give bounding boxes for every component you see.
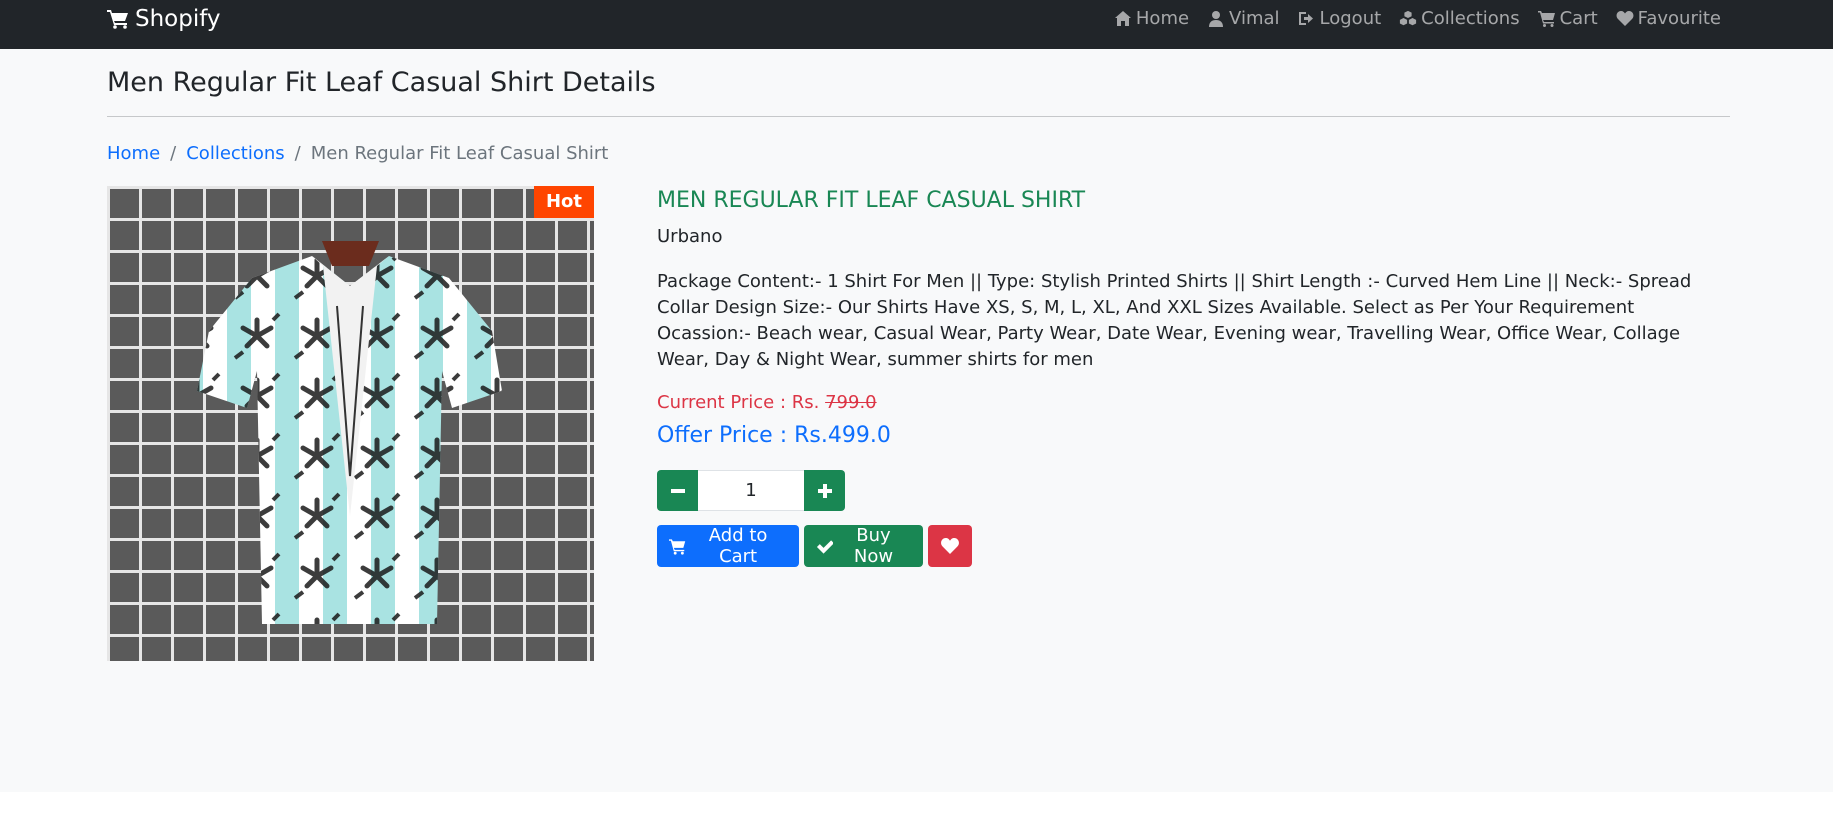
nav-logout[interactable]: Logout bbox=[1298, 8, 1382, 29]
nav-favourite[interactable]: Favourite bbox=[1616, 8, 1721, 29]
cart-icon bbox=[1537, 11, 1555, 27]
page-title: Men Regular Fit Leaf Casual Shirt Detail… bbox=[107, 67, 656, 98]
offer-price: Offer Price : Rs.499.0 bbox=[657, 423, 891, 448]
brand-link[interactable]: Shopify bbox=[107, 6, 221, 32]
current-price: Current Price : Rs. 799.0 bbox=[657, 392, 1727, 418]
check-icon bbox=[816, 539, 834, 554]
decrement-button[interactable] bbox=[657, 470, 698, 511]
product-details: MEN REGULAR FIT LEAF CASUAL SHIRT Urbano… bbox=[657, 186, 1727, 661]
product-description: Package Content:- 1 Shirt For Men || Typ… bbox=[657, 271, 1692, 370]
current-price-value: 799.0 bbox=[825, 392, 877, 413]
hot-badge: Hot bbox=[533, 186, 594, 218]
buy-now-label: Buy Now bbox=[853, 525, 894, 567]
breadcrumb-home[interactable]: Home bbox=[107, 143, 160, 164]
action-buttons: Add to Cart Buy Now bbox=[657, 525, 1727, 567]
breadcrumb-collections[interactable]: Collections bbox=[186, 143, 284, 164]
nav-collections-label: Collections bbox=[1421, 8, 1520, 29]
add-to-cart-label: Add to Cart bbox=[708, 525, 768, 567]
plus-icon bbox=[817, 483, 832, 498]
nav-user-label: Vimal bbox=[1229, 8, 1280, 29]
brand-label: Shopify bbox=[135, 5, 221, 32]
product-name: MEN REGULAR FIT LEAF CASUAL SHIRT bbox=[657, 188, 1086, 213]
heart-icon bbox=[1616, 11, 1634, 26]
increment-button[interactable] bbox=[804, 470, 845, 511]
shirt-photo bbox=[107, 186, 594, 661]
nav-home[interactable]: Home bbox=[1114, 8, 1189, 29]
buy-now-button[interactable]: Buy Now bbox=[804, 525, 923, 567]
nav-collections[interactable]: Collections bbox=[1399, 8, 1520, 29]
nav-cart[interactable]: Cart bbox=[1537, 8, 1598, 29]
breadcrumb-separator: / bbox=[294, 142, 301, 164]
cart-icon bbox=[669, 538, 686, 555]
nav-home-label: Home bbox=[1135, 8, 1190, 29]
cart-icon bbox=[107, 9, 128, 29]
nav-favourite-label: Favourite bbox=[1637, 8, 1721, 29]
logout-icon bbox=[1298, 12, 1313, 25]
main-content: Men Regular Fit Leaf Casual Shirt Detail… bbox=[0, 49, 1833, 792]
divider bbox=[107, 116, 1730, 117]
product-section: Hot MEN REGULAR FIT LEAF CASUAL SHIRT Ur… bbox=[107, 186, 1730, 661]
product-image: Hot bbox=[107, 186, 594, 661]
add-to-cart-button[interactable]: Add to Cart bbox=[657, 525, 799, 567]
nav-logout-label: Logout bbox=[1319, 8, 1382, 29]
current-price-label: Current Price : Rs. bbox=[657, 392, 820, 413]
cubes-icon bbox=[1400, 10, 1417, 26]
navbar: Shopify Home Vimal Logout Collections Ca… bbox=[0, 0, 1833, 49]
favourite-button[interactable] bbox=[928, 525, 972, 567]
quantity-input[interactable] bbox=[698, 470, 804, 511]
nav-user[interactable]: Vimal bbox=[1207, 8, 1280, 29]
home-icon bbox=[1114, 11, 1131, 26]
product-brand: Urbano bbox=[657, 226, 723, 247]
minus-icon bbox=[670, 488, 685, 493]
heart-icon bbox=[941, 538, 959, 554]
nav-cart-label: Cart bbox=[1559, 8, 1598, 29]
breadcrumb: Home / Collections / Men Regular Fit Lea… bbox=[107, 139, 1730, 167]
breadcrumb-separator: / bbox=[170, 142, 177, 164]
user-icon bbox=[1209, 11, 1224, 27]
breadcrumb-current: Men Regular Fit Leaf Casual Shirt bbox=[310, 142, 609, 164]
nav-links: Home Vimal Logout Collections Cart Favou… bbox=[1114, 8, 1721, 29]
quantity-stepper bbox=[657, 470, 1727, 512]
